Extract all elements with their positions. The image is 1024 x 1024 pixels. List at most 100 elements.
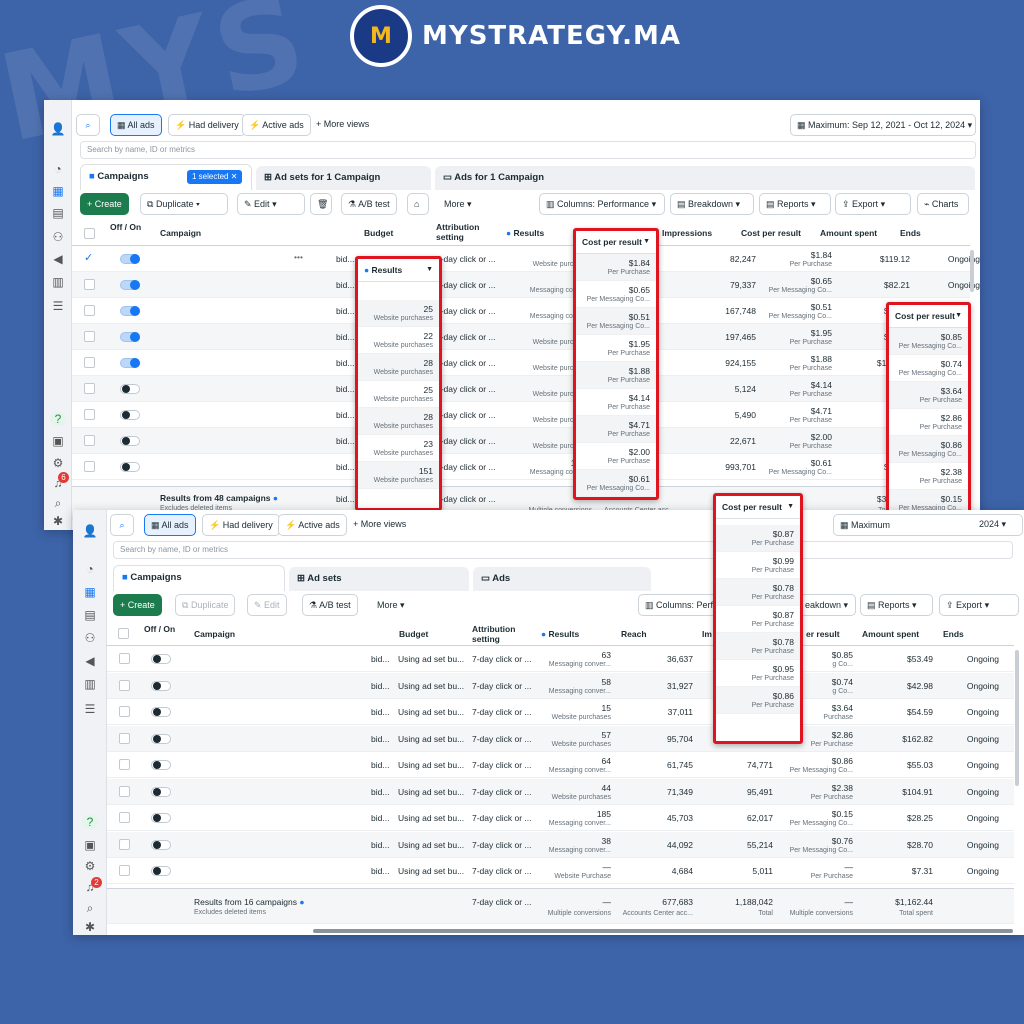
help-icon[interactable]: ?: [50, 412, 66, 426]
horizontal-scrollbar[interactable]: [313, 929, 1013, 933]
delivery-toggle[interactable]: [120, 462, 140, 472]
delivery-toggle[interactable]: [120, 306, 140, 316]
audience-icon[interactable]: ⚇: [82, 631, 98, 645]
tab-adsets[interactable]: ⊞ Ad sets for 1 Campaign: [256, 166, 431, 190]
table-icon[interactable]: ▦: [50, 184, 66, 198]
table-row[interactable]: bid...7-day click or ...5Website purchas…: [72, 402, 970, 428]
delivery-toggle[interactable]: [151, 786, 171, 797]
ab-test-button[interactable]: ⚗ A/B test: [302, 594, 358, 616]
delivery-toggle[interactable]: [120, 254, 140, 264]
search-button[interactable]: ⌕: [110, 514, 134, 536]
table-row[interactable]: bid... Using ad set bu... 7-day click or .…: [107, 699, 1014, 725]
table-row[interactable]: bid... Using ad set bu... 7-day click or .…: [107, 646, 1014, 672]
create-button[interactable]: + Create: [113, 594, 162, 616]
row-checkbox[interactable]: [84, 331, 95, 342]
megaphone-icon[interactable]: ◀: [82, 654, 98, 668]
view-had-delivery[interactable]: ⚡ Had delivery: [202, 514, 280, 536]
breakdown-dropdown[interactable]: eakdown ▾: [798, 594, 856, 616]
duplicate-button[interactable]: ⧉ Duplicate ▾: [140, 193, 228, 215]
search-button[interactable]: ⌕: [76, 114, 100, 136]
delivery-toggle[interactable]: [151, 654, 171, 664]
bug-icon[interactable]: ✱: [82, 920, 98, 934]
row-checkbox[interactable]: [84, 409, 95, 420]
header-results[interactable]: ● Results: [541, 629, 579, 639]
table-row[interactable]: bid... Using ad set bu... 7-day click or .…: [107, 858, 1014, 884]
header-amount-spent[interactable]: Amount spent: [820, 228, 877, 238]
news-icon[interactable]: ▣: [82, 838, 98, 852]
vertical-scrollbar[interactable]: [970, 250, 974, 292]
header-ends[interactable]: Ends: [943, 629, 964, 639]
table-row[interactable]: bid...7-day click or ...126Messaging con…: [72, 272, 980, 298]
view-all-ads[interactable]: ▦ All ads: [110, 114, 162, 136]
reports-dropdown[interactable]: ▤ Reports ▾: [759, 193, 831, 215]
header-campaign[interactable]: Campaign: [194, 629, 235, 639]
row-checkbox[interactable]: [84, 305, 95, 316]
table-row[interactable]: bid... Using ad set bu... 7-day click or .…: [107, 831, 1014, 858]
row-checkbox[interactable]: [119, 785, 130, 797]
header-ends[interactable]: Ends: [900, 228, 921, 238]
delivery-toggle[interactable]: [151, 733, 171, 744]
edit-button[interactable]: ✎ Edit: [247, 594, 287, 616]
delivery-toggle[interactable]: [151, 813, 171, 823]
ab-test-button[interactable]: ⚗ A/B test: [341, 193, 397, 215]
view-active-ads[interactable]: ⚡ Active ads: [242, 114, 311, 136]
view-all-ads[interactable]: ▦ All ads: [144, 514, 196, 536]
row-menu-icon[interactable]: •••: [294, 252, 303, 262]
delivery-toggle[interactable]: [151, 760, 171, 770]
table-row[interactable]: bid... Using ad set bu... 7-day click or .…: [107, 672, 1014, 699]
delivery-toggle[interactable]: [151, 707, 171, 717]
header-attribution[interactable]: Attribution setting: [436, 222, 486, 242]
dashboard-icon[interactable]: ◔: [50, 162, 66, 176]
header-results[interactable]: ● Results: [506, 228, 544, 238]
news-icon[interactable]: ▣: [50, 434, 66, 448]
table-row[interactable]: bid... Using ad set bu... 7-day click or .…: [107, 725, 1014, 752]
row-checkbox[interactable]: [84, 383, 95, 394]
row-checkbox[interactable]: [119, 706, 130, 717]
search-input[interactable]: Search by name, ID or metrics: [113, 541, 1013, 559]
date-range-picker[interactable]: ▦ Maximum: Sep 12, 2021 - Oct 12, 2024 ▾: [790, 114, 976, 136]
table-row[interactable]: bid...7-day click or ...271Messaging con…: [72, 298, 970, 324]
delivery-toggle[interactable]: [151, 866, 171, 876]
table-icon[interactable]: ▦: [82, 585, 98, 599]
selected-pill[interactable]: 1 selected ✕: [187, 170, 243, 184]
more-views[interactable]: + More views: [353, 519, 406, 529]
search-input[interactable]: Search by name, ID or metrics: [80, 141, 976, 159]
settings-icon[interactable]: ⚙: [50, 456, 66, 470]
table-row[interactable]: bid...7-day click or ...679Website purch…: [72, 350, 970, 376]
row-checkbox[interactable]: [84, 435, 95, 446]
delete-button[interactable]: 🗑: [310, 193, 332, 215]
menu-icon[interactable]: ☰: [82, 702, 98, 716]
table-row[interactable]: bid...7-day click or ...20Website purcha…: [72, 428, 970, 454]
delivery-toggle[interactable]: [120, 332, 140, 342]
header-budget[interactable]: Budget: [364, 228, 393, 238]
tab-ads[interactable]: ▭ Ads for 1 Campaign: [435, 166, 975, 190]
checked-checkbox[interactable]: ✓: [84, 253, 95, 264]
columns-dropdown[interactable]: ▥ Columns: Perf: [638, 594, 718, 616]
breakdown-dropdown[interactable]: ▤ Breakdown ▾: [670, 193, 754, 215]
more-menu[interactable]: More ▾: [444, 199, 472, 210]
delivery-toggle[interactable]: [120, 436, 140, 446]
vertical-scrollbar[interactable]: [1015, 650, 1019, 786]
table-row[interactable]: bid... Using ad set bu... 7-day click or .…: [107, 805, 1014, 831]
delivery-toggle[interactable]: [151, 680, 171, 691]
select-all-checkbox[interactable]: [84, 228, 95, 239]
reports-dropdown[interactable]: ▤ Reports ▾: [860, 594, 933, 616]
columns-dropdown[interactable]: ▥ Columns: Performance ▾: [539, 193, 665, 215]
header-attribution[interactable]: Attribution setting: [472, 624, 527, 644]
more-views[interactable]: + More views: [316, 119, 369, 129]
duplicate-button[interactable]: ⧉ Duplicate: [175, 594, 236, 616]
search-icon[interactable]: ⌕: [82, 901, 98, 915]
settings-icon[interactable]: ⚙: [82, 859, 98, 873]
profile-icon[interactable]: 👤: [82, 524, 98, 538]
charts-button[interactable]: ⌁ Charts: [917, 193, 969, 215]
pages-icon[interactable]: ▤: [50, 206, 66, 220]
create-button[interactable]: + Create: [80, 193, 129, 215]
delivery-toggle[interactable]: [120, 384, 140, 394]
tab-campaigns[interactable]: ■ Campaigns: [113, 565, 285, 591]
search-icon[interactable]: ⌕: [50, 496, 66, 510]
header-reach[interactable]: Reach: [621, 629, 647, 639]
row-checkbox[interactable]: [84, 357, 95, 368]
menu-icon[interactable]: ☰: [50, 299, 66, 313]
row-checkbox[interactable]: [119, 653, 130, 664]
view-had-delivery[interactable]: ⚡ Had delivery: [168, 114, 246, 136]
